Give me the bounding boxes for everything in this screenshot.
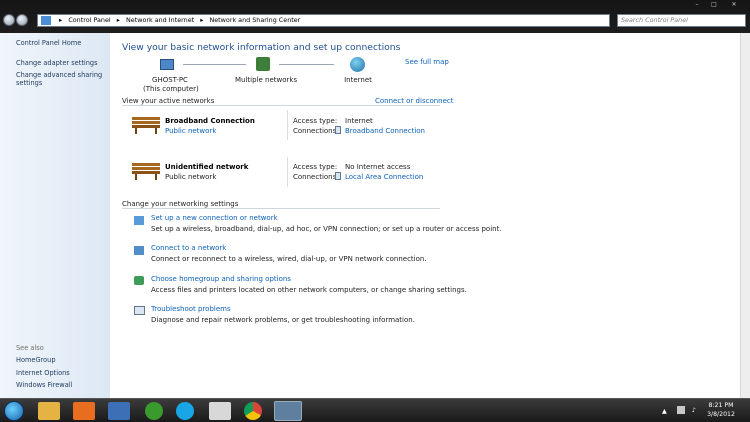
utorrent-icon[interactable] [145, 402, 163, 420]
map-computer-name: GHOST-PC [152, 76, 188, 84]
map-computer-sub: (This computer) [143, 85, 199, 93]
breadcrumb-separator: ▸ [200, 16, 204, 24]
clock-time[interactable]: 8:21 PM [703, 402, 739, 410]
sidebar: Control Panel Home Change adapter settin… [0, 33, 110, 398]
connections-label: Connections: [293, 173, 339, 181]
breadcrumb-separator: ▸ [116, 16, 120, 24]
network-app-icon[interactable] [108, 402, 130, 420]
see-also-internet-options[interactable]: Internet Options [16, 369, 70, 377]
active-networks-heading: View your active networks [122, 97, 215, 105]
breadcrumb-network-sharing[interactable]: Network and Sharing Center [209, 15, 300, 26]
see-full-map-link[interactable]: See full map [405, 58, 449, 66]
network-name: Broadband Connection [165, 117, 255, 125]
access-type-label: Access type: [293, 117, 338, 125]
connect-network-icon [134, 246, 144, 255]
divider [287, 110, 288, 140]
network-type: Public network [165, 173, 217, 181]
search-input[interactable]: Search Control Panel [617, 14, 746, 27]
title-bar: – □ ✕ ▸ Control Panel ▸ Network and Inte… [0, 0, 750, 33]
network-name: Unidentified network [165, 163, 249, 171]
new-connection-icon [134, 216, 144, 225]
bench-icon [132, 114, 160, 134]
clock-date[interactable]: 3/8/2012 [703, 411, 739, 419]
access-type-label: Access type: [293, 163, 338, 171]
see-also-heading: See also [16, 344, 44, 352]
task-description: Set up a wireless, broadband, dial-up, a… [151, 225, 502, 233]
map-internet: Internet [344, 76, 372, 84]
bench-icon [132, 160, 160, 180]
back-button[interactable] [3, 14, 15, 26]
homegroup-icon [134, 276, 144, 285]
page-title: View your basic network information and … [122, 42, 401, 53]
computer-icon [160, 59, 174, 70]
forward-button[interactable] [16, 14, 28, 26]
taskbar: ▲ ♪ 8:21 PM 3/8/2012 [0, 398, 750, 422]
troubleshoot-icon [134, 306, 145, 315]
sidebar-item-adapter[interactable]: Change adapter settings [16, 59, 98, 67]
task-description: Connect or reconnect to a wireless, wire… [151, 255, 427, 263]
connect-disconnect-link[interactable]: Connect or disconnect [375, 97, 454, 105]
app-icon[interactable] [209, 402, 231, 420]
globe-icon [350, 57, 365, 72]
close-button[interactable]: ✕ [728, 1, 740, 9]
task-homegroup-link[interactable]: Choose homegroup and sharing options [151, 275, 291, 283]
breadcrumb-network-internet[interactable]: Network and Internet [126, 15, 194, 26]
multiple-networks-icon [256, 57, 270, 71]
task-description: Diagnose and repair network problems, or… [151, 316, 415, 324]
volume-icon[interactable]: ♪ [692, 407, 696, 415]
minimize-button[interactable]: – [691, 1, 703, 9]
explorer-icon[interactable] [38, 402, 60, 420]
map-line [183, 64, 246, 65]
network-type-link[interactable]: Public network [165, 127, 216, 135]
connection-link[interactable]: Broadband Connection [345, 127, 425, 135]
tray-arrow-icon[interactable]: ▲ [662, 408, 667, 416]
breadcrumb-separator: ▸ [59, 16, 63, 24]
task-connect-network-link[interactable]: Connect to a network [151, 244, 226, 252]
start-button-icon[interactable] [4, 401, 24, 421]
sidebar-item-advanced-sharing[interactable]: Change advanced sharing settings [16, 71, 106, 87]
task-troubleshoot-link[interactable]: Troubleshoot problems [151, 305, 231, 313]
control-panel-icon [41, 16, 51, 25]
media-player-icon[interactable] [73, 402, 95, 420]
connections-label: Connections: [293, 127, 339, 135]
divider [122, 208, 440, 209]
maximize-button[interactable]: □ [708, 1, 720, 9]
address-bar[interactable]: ▸ Control Panel ▸ Network and Internet ▸… [37, 14, 610, 27]
breadcrumb-control-panel[interactable]: Control Panel [68, 15, 110, 26]
connection-icon [335, 126, 341, 134]
connection-icon [335, 172, 341, 180]
divider [287, 157, 288, 187]
chrome-icon[interactable] [244, 402, 262, 420]
see-also-homegroup[interactable]: HomeGroup [16, 356, 56, 364]
map-multiple-networks: Multiple networks [235, 76, 298, 84]
scrollbar[interactable] [740, 33, 750, 398]
main-panel: View your basic network information and … [110, 33, 740, 398]
see-also-windows-firewall[interactable]: Windows Firewall [16, 381, 72, 389]
tray-flag-icon[interactable] [677, 406, 685, 414]
skype-icon[interactable] [176, 402, 194, 420]
map-line [279, 64, 334, 65]
task-setup-connection-link[interactable]: Set up a new connection or network [151, 214, 278, 222]
control-panel-taskbar-icon[interactable] [274, 401, 302, 421]
sidebar-item-home[interactable]: Control Panel Home [16, 39, 81, 47]
task-description: Access files and printers located on oth… [151, 286, 467, 294]
change-settings-heading: Change your networking settings [122, 200, 239, 208]
connection-link[interactable]: Local Area Connection [345, 173, 423, 181]
divider [122, 105, 440, 106]
access-type-value: Internet [345, 117, 373, 125]
access-type-value: No Internet access [345, 163, 411, 171]
